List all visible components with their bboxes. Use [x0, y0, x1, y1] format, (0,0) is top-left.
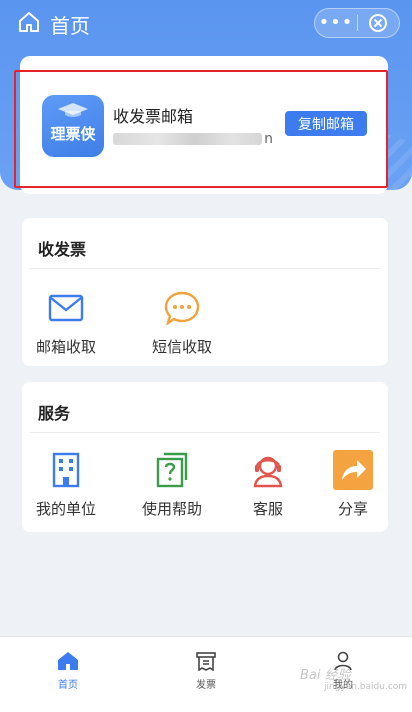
email-receive-item[interactable]: 邮箱收取: [34, 290, 98, 357]
divider: [30, 432, 380, 433]
sms-receive-label: 短信收取: [151, 338, 212, 356]
building-icon: [46, 452, 86, 488]
receive-invoice-card: 收发票 邮箱收取 短信收取: [22, 218, 388, 366]
top-bar: 首页 •••: [0, 0, 412, 46]
share-item[interactable]: 分享: [321, 450, 385, 519]
my-unit-item[interactable]: 我的单位: [34, 452, 98, 519]
more-button[interactable]: •••: [315, 9, 357, 37]
my-unit-label: 我的单位: [35, 500, 96, 518]
watermark: Bai 经验: [300, 668, 351, 683]
tab-home-label: 首页: [58, 680, 78, 691]
envelope-icon: [46, 290, 86, 326]
highlight-box: [14, 70, 388, 188]
home-icon[interactable]: [18, 11, 40, 33]
invoice-tab-icon: [196, 652, 216, 671]
support-agent-icon: [248, 452, 288, 488]
sms-receive-item[interactable]: 短信收取: [150, 290, 214, 357]
mini-program-capsule: •••: [314, 8, 400, 38]
page-title: 首页: [50, 14, 90, 38]
watermark-url: jingyan.baidu.com: [324, 682, 408, 692]
home-tab-icon: [58, 652, 78, 670]
service-card: 服务 我的单位 使用帮助 客服 分享: [22, 382, 388, 532]
divider: [30, 268, 380, 269]
service-section-title: 服务: [38, 404, 71, 423]
customer-service-label: 客服: [252, 500, 283, 518]
help-label: 使用帮助: [141, 500, 202, 518]
receive-section-title: 收发票: [38, 240, 87, 259]
email-receive-label: 邮箱收取: [35, 338, 96, 356]
share-label: 分享: [337, 500, 368, 518]
help-item[interactable]: 使用帮助: [140, 452, 204, 519]
tab-home[interactable]: 首页: [38, 651, 98, 691]
sms-bubble-icon: [162, 290, 202, 326]
share-arrow-icon: [333, 450, 373, 490]
close-icon[interactable]: [358, 13, 399, 33]
tab-invoice[interactable]: 发票: [176, 651, 236, 691]
tab-invoice-label: 发票: [196, 680, 216, 691]
customer-service-item[interactable]: 客服: [236, 452, 300, 519]
help-icon: [152, 452, 192, 488]
